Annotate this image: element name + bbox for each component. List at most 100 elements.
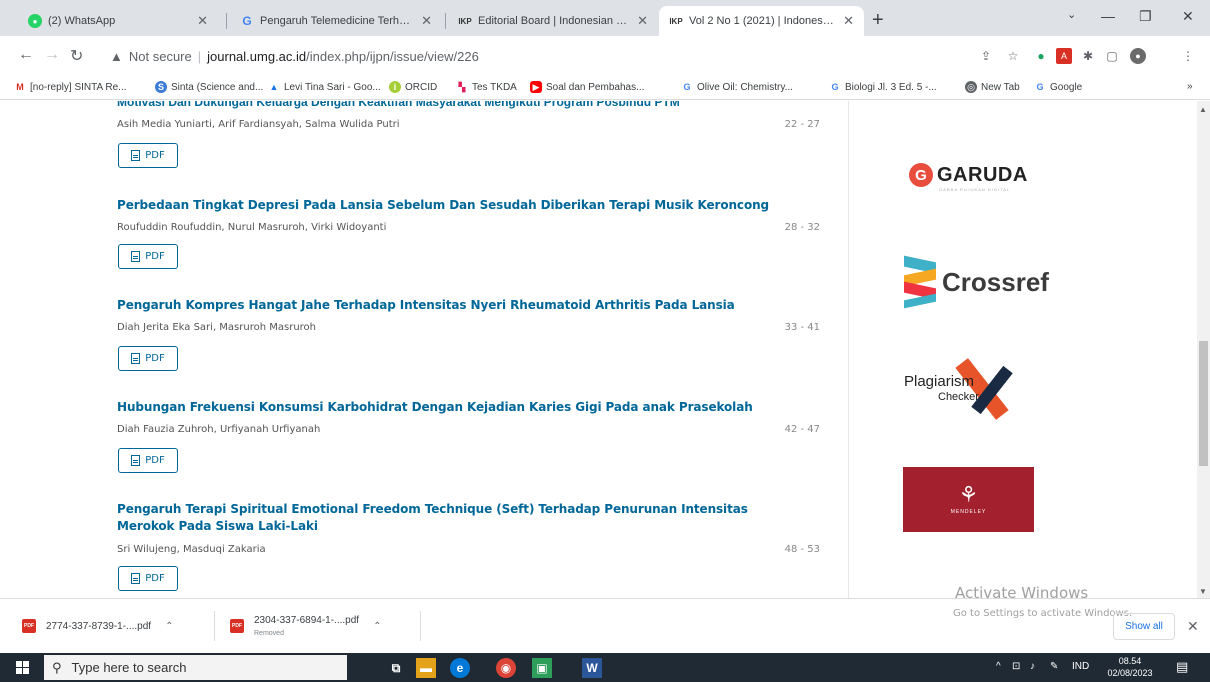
article-authors: Diah Jerita Eka Sari, Masruroh Masruroh	[117, 322, 317, 333]
download-item[interactable]: PDF 2774-337-8739-1-....pdf ⌃	[22, 607, 173, 645]
pdf-extension-icon[interactable]: A	[1056, 48, 1072, 64]
download-item[interactable]: PDF 2304-337-6894-1-....pdf Removed ⌃	[230, 607, 381, 645]
word-icon[interactable]: W	[582, 658, 602, 678]
bookmark-label: Google	[1050, 81, 1083, 93]
reload-icon[interactable]: ↻	[70, 46, 83, 66]
notifications-icon[interactable]: ▤	[1176, 659, 1188, 675]
language-indicator[interactable]: IND	[1072, 661, 1089, 672]
close-window-icon[interactable]: ✕	[1182, 8, 1194, 25]
warning-icon[interactable]: ▲	[110, 49, 123, 64]
plagiarism-checker-logo[interactable]: Plagiarism Checker	[902, 356, 1027, 420]
security-label: Not secure	[128, 48, 192, 64]
bookmark-biologi[interactable]: G Biologi Jl. 3 Ed. 5 -...	[829, 81, 936, 93]
crossref-icon	[904, 255, 938, 309]
tab-strip: ● (2) WhatsApp ✕ G Pengaruh Telemedicine…	[0, 0, 1210, 36]
garuda-label: GARUDA	[937, 163, 1028, 186]
bookmarks-overflow-button[interactable]: »	[1187, 81, 1193, 92]
article-title-link[interactable]: Pengaruh Kompres Hangat Jahe Terhadap In…	[117, 297, 807, 314]
sidepanel-icon[interactable]: ▢	[1104, 48, 1120, 64]
address-bar[interactable]: ▲ Not secure | journal.umg.ac.id /index.…	[110, 42, 1110, 70]
profile-avatar-icon[interactable]: ●	[1130, 48, 1146, 64]
tray-overflow-icon[interactable]: ^	[996, 661, 1001, 672]
scroll-thumb[interactable]	[1199, 341, 1208, 466]
orcid-icon: i	[389, 81, 401, 93]
pdf-button[interactable]: PDF	[118, 448, 178, 473]
search-placeholder: Type here to search	[71, 660, 187, 675]
bookmark-olive-oil[interactable]: G Olive Oil: Chemistry...	[681, 81, 792, 93]
article-title-link[interactable]: Hubungan Frekuensi Konsumsi Karbohidrat …	[117, 399, 807, 416]
issue-article-list: Motivasi Dan Dukungan Keluarga Dengan Ke…	[0, 101, 848, 598]
article-authors: Diah Fauzia Zuhroh, Urfiyanah Urfiyanah	[117, 424, 321, 435]
bookmark-levi[interactable]: ▲ Levi Tina Sari - Goo...	[268, 81, 381, 93]
close-tab-icon[interactable]: ✕	[637, 13, 648, 29]
page-scrollbar[interactable]: ▲ ▼	[1197, 101, 1210, 598]
bookmark-sinta[interactable]: S Sinta (Science and...	[155, 81, 263, 93]
bookmark-google[interactable]: G Google	[1034, 81, 1082, 93]
article-title-link[interactable]: Motivasi Dan Dukungan Keluarga Dengan Ke…	[117, 101, 680, 109]
clock-time: 08.54	[1118, 656, 1142, 666]
article-pages: 42 - 47	[784, 424, 820, 435]
article-title-link[interactable]: Pengaruh Terapi Spiritual Emotional Free…	[117, 501, 807, 535]
back-icon[interactable]: ←	[18, 46, 34, 64]
chevron-up-icon[interactable]: ⌃	[373, 621, 381, 632]
pdf-button[interactable]: PDF	[118, 566, 178, 591]
pdf-button[interactable]: PDF	[118, 346, 178, 371]
chrome-icon: ◎	[965, 81, 977, 93]
tab-whatsapp[interactable]: ● (2) WhatsApp ✕	[18, 6, 218, 36]
bookmark-label: [no-reply] SINTA Re...	[30, 81, 127, 93]
photos-icon[interactable]: ▣	[532, 658, 552, 678]
file-icon	[131, 150, 141, 161]
scroll-down-arrow-icon[interactable]: ▼	[1199, 587, 1207, 596]
menu-kebab-icon[interactable]: ⋮	[1180, 48, 1196, 64]
pdf-button[interactable]: PDF	[118, 143, 178, 168]
crossref-logo[interactable]: Crossref	[904, 255, 1049, 309]
crossref-label: Crossref	[942, 266, 1049, 297]
tab-divider	[226, 13, 227, 29]
pen-icon[interactable]: ✎	[1050, 661, 1058, 672]
pdf-button[interactable]: PDF	[118, 244, 178, 269]
close-tab-icon[interactable]: ✕	[421, 13, 432, 29]
article-title-link[interactable]: Perbedaan Tingkat Depresi Pada Lansia Se…	[117, 197, 807, 214]
tab-editorial-board[interactable]: IKP Editorial Board | Indonesian Jour ✕	[448, 6, 658, 36]
download-filename: 2304-337-6894-1-....pdf	[254, 615, 360, 626]
tab-search-icon[interactable]: ⌄	[1067, 8, 1076, 21]
extensions-icon[interactable]: ✱	[1080, 48, 1096, 64]
task-view-icon[interactable]: ⧉	[386, 658, 406, 678]
taskbar-search-input[interactable]: ⚲ Type here to search	[44, 655, 347, 680]
bookmark-tes-tkda[interactable]: ▚ Tes TKDA	[456, 81, 517, 93]
forward-icon[interactable]: →	[44, 46, 60, 64]
close-tab-icon[interactable]: ✕	[843, 13, 854, 29]
tab-divider	[445, 13, 446, 29]
file-explorer-icon[interactable]: ▬	[416, 658, 436, 678]
chrome-taskbar-icon[interactable]: ◉	[496, 658, 516, 678]
bookmark-orcid[interactable]: i ORCID	[389, 81, 437, 93]
article-pages: 48 - 53	[784, 544, 820, 555]
minimize-icon[interactable]: —	[1101, 8, 1115, 24]
bookmark-new-tab[interactable]: ◎ New Tab	[965, 81, 1020, 93]
garuda-logo[interactable]: G GARUDA GARBA RUJUKAN DIGITAL	[909, 163, 1028, 192]
volume-icon[interactable]: ♪	[1030, 661, 1035, 672]
chevron-up-icon[interactable]: ⌃	[165, 621, 173, 632]
share-icon[interactable]: ⇪	[978, 48, 994, 64]
bookmark-star-icon[interactable]: ☆	[1005, 48, 1021, 64]
bookmark-soal[interactable]: ▶ Soal dan Pembahas...	[530, 81, 644, 93]
network-icon[interactable]: ⊡	[1012, 661, 1020, 672]
new-tab-button[interactable]: +	[872, 9, 884, 32]
show-all-button[interactable]: Show all	[1113, 613, 1175, 640]
google-icon: G	[242, 14, 252, 28]
pdf-label: PDF	[145, 150, 165, 161]
mendeley-logo[interactable]: ⚘ MENDELEY	[903, 467, 1034, 532]
restore-icon[interactable]: ❐	[1139, 8, 1152, 25]
close-download-bar-icon[interactable]: ✕	[1187, 618, 1199, 635]
close-tab-icon[interactable]: ✕	[197, 13, 208, 29]
edge-icon[interactable]: e	[450, 658, 470, 678]
tab-telemedicine[interactable]: G Pengaruh Telemedicine Terhadap ✕	[230, 6, 442, 36]
windows-start-icon[interactable]	[16, 661, 29, 674]
bookmark-sinta-reply[interactable]: M [no-reply] SINTA Re...	[14, 81, 127, 93]
plagiarism-label: Plagiarism	[904, 373, 975, 390]
tab-vol2-no1[interactable]: IKP Vol 2 No 1 (2021) | Indonesian Jo ✕	[659, 6, 864, 36]
drive-icon: ▲	[269, 82, 279, 92]
grammarly-icon[interactable]: ●	[1033, 48, 1049, 64]
scroll-up-arrow-icon[interactable]: ▲	[1199, 105, 1207, 114]
taskbar-clock[interactable]: 08.54 02/08/2023	[1107, 655, 1153, 679]
